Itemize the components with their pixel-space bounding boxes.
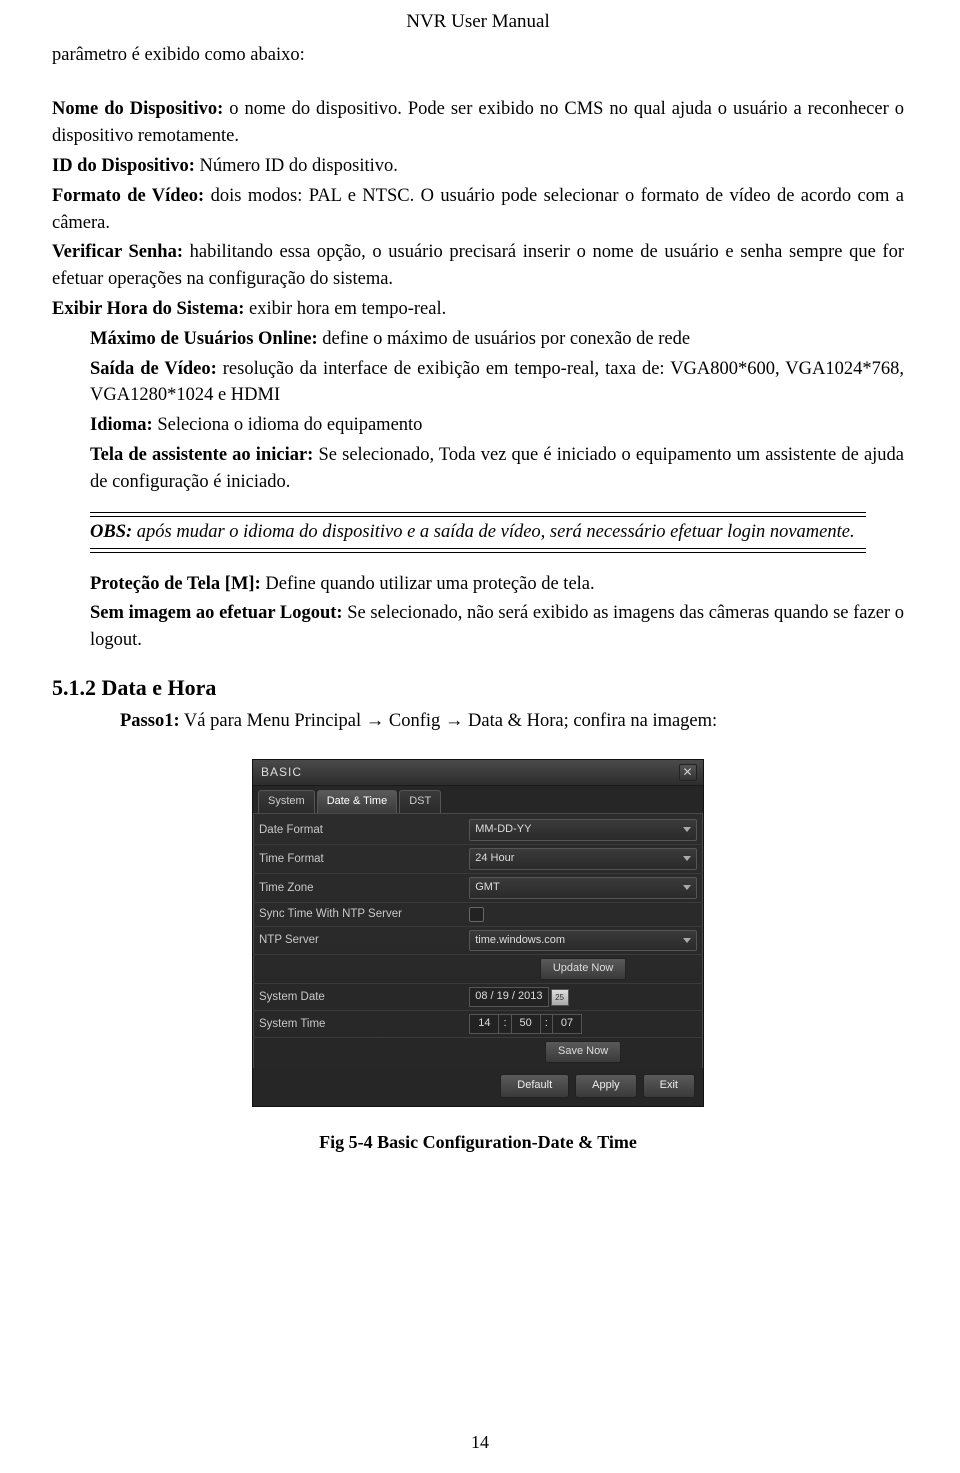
- input-time-hour[interactable]: 14: [469, 1014, 499, 1034]
- save-now-button[interactable]: Save Now: [545, 1041, 621, 1063]
- label-sync-ntp: Sync Time With NTP Server: [259, 906, 469, 923]
- dropdown-time-format-value: 24 Hour: [475, 851, 514, 867]
- chevron-down-icon: [683, 938, 691, 943]
- row-update-now: Update Now: [253, 955, 703, 984]
- row-save-now: Save Now: [253, 1038, 703, 1066]
- row-system-time: System Time 14 : 50 : 07: [253, 1011, 703, 1038]
- dialog-tabs: System Date & Time DST: [253, 786, 703, 814]
- input-time-min[interactable]: 50: [511, 1014, 541, 1034]
- time-sep2: :: [541, 1014, 552, 1034]
- dropdown-ntp-server-value: time.windows.com: [475, 933, 565, 949]
- label-date-format: Date Format: [259, 822, 469, 839]
- obs-text: OBS: após mudar o idioma do dispositivo …: [90, 516, 866, 549]
- page-header: NVR User Manual: [50, 8, 906, 36]
- obs-container: OBS: após mudar o idioma do dispositivo …: [90, 512, 866, 553]
- dropdown-date-format[interactable]: MM-DD-YY: [469, 819, 697, 841]
- para-id: ID do Dispositivo: Número ID do disposit…: [52, 153, 904, 180]
- update-now-button[interactable]: Update Now: [540, 958, 627, 980]
- label-nome: Nome do Dispositivo:: [52, 99, 223, 119]
- row-system-date: System Date 08 / 19 / 2013 25: [253, 984, 703, 1011]
- tab-dst[interactable]: DST: [399, 790, 441, 813]
- chevron-down-icon: [683, 827, 691, 832]
- para-protecao: Proteção de Tela [M]: Define quando util…: [90, 571, 904, 598]
- tab-system[interactable]: System: [258, 790, 315, 813]
- dialog-title-text: BASIC: [261, 764, 302, 781]
- dropdown-ntp-server[interactable]: time.windows.com: [469, 930, 697, 952]
- label-system-date: System Date: [259, 989, 469, 1006]
- para-verificar: Verificar Senha: habilitando essa opção,…: [52, 239, 904, 293]
- close-icon[interactable]: ✕: [679, 764, 697, 781]
- para-sem-imagem: Sem imagem ao efetuar Logout: Se selecio…: [90, 600, 904, 654]
- basic-dialog: BASIC ✕ System Date & Time DST Date Form…: [252, 759, 704, 1107]
- dropdown-time-zone[interactable]: GMT: [469, 877, 697, 899]
- label-ntp-server: NTP Server: [259, 932, 469, 949]
- label-id: ID do Dispositivo:: [52, 156, 195, 176]
- input-time-sec[interactable]: 07: [552, 1014, 582, 1034]
- label-passo1: Passo1:: [120, 711, 180, 731]
- para-tela-assistente: Tela de assistente ao iniciar: Se seleci…: [90, 442, 904, 496]
- para-passo1: Passo1: Vá para Menu Principal → Config …: [120, 708, 904, 735]
- para-idioma: Idioma: Seleciona o idioma do equipament…: [90, 412, 904, 439]
- dropdown-time-zone-value: GMT: [475, 880, 499, 896]
- dropdown-time-format[interactable]: 24 Hour: [469, 848, 697, 870]
- text-id: Número ID do dispositivo.: [195, 156, 398, 176]
- figure-caption: Fig 5-4 Basic Configuration-Date & Time: [52, 1129, 904, 1155]
- apply-button[interactable]: Apply: [575, 1074, 637, 1098]
- label-system-time: System Time: [259, 1016, 469, 1033]
- row-date-format: Date Format MM-DD-YY: [253, 816, 703, 845]
- chevron-down-icon: [683, 856, 691, 861]
- time-sep1: :: [499, 1014, 510, 1034]
- row-sync-ntp: Sync Time With NTP Server: [253, 903, 703, 927]
- exit-button[interactable]: Exit: [643, 1074, 695, 1098]
- label-saida-video: Saída de Vídeo:: [90, 359, 217, 379]
- text-idioma: Seleciona o idioma do equipamento: [153, 415, 423, 435]
- dialog-titlebar: BASIC ✕: [253, 760, 703, 786]
- para-nome: Nome do Dispositivo: o nome do dispositi…: [52, 96, 904, 150]
- row-ntp-server: NTP Server time.windows.com: [253, 927, 703, 956]
- obs-body: após mudar o idioma do dispositivo e a s…: [132, 522, 854, 542]
- input-system-date[interactable]: 08 / 19 / 2013: [469, 987, 548, 1007]
- label-sem-imagem: Sem imagem ao efetuar Logout:: [90, 603, 343, 623]
- para-formato: Formato de Vídeo: dois modos: PAL e NTSC…: [52, 183, 904, 237]
- row-time-format: Time Format 24 Hour: [253, 845, 703, 874]
- para-saida-video: Saída de Vídeo: resolução da interface d…: [90, 356, 904, 410]
- tab-date-time[interactable]: Date & Time: [317, 790, 398, 813]
- text-exibir-hora: exibir hora em tempo-real.: [244, 299, 446, 319]
- label-tela-assistente: Tela de assistente ao iniciar:: [90, 445, 313, 465]
- calendar-icon[interactable]: 25: [551, 989, 569, 1006]
- row-time-zone: Time Zone GMT: [253, 874, 703, 903]
- label-exibir-hora: Exibir Hora do Sistema:: [52, 299, 244, 319]
- label-formato: Formato de Vídeo:: [52, 186, 204, 206]
- obs-label: OBS:: [90, 522, 132, 542]
- page-number: 14: [0, 1429, 960, 1455]
- checkbox-sync-ntp[interactable]: [469, 907, 484, 922]
- label-max-usuarios: Máximo de Usuários Online:: [90, 329, 318, 349]
- default-button[interactable]: Default: [500, 1074, 569, 1098]
- label-time-zone: Time Zone: [259, 880, 469, 897]
- chevron-down-icon: [683, 885, 691, 890]
- text-max-usuarios: define o máximo de usuários por conexão …: [318, 329, 690, 349]
- label-protecao: Proteção de Tela [M]:: [90, 574, 261, 594]
- label-time-format: Time Format: [259, 851, 469, 868]
- dialog-footer: Default Apply Exit: [253, 1068, 703, 1106]
- label-idioma: Idioma:: [90, 415, 153, 435]
- dropdown-date-format-value: MM-DD-YY: [475, 822, 531, 838]
- para-exibir-hora: Exibir Hora do Sistema: exibir hora em t…: [52, 296, 904, 323]
- text-protecao: Define quando utilizar uma proteção de t…: [261, 574, 595, 594]
- intro-text: parâmetro é exibido como abaixo:: [52, 42, 904, 69]
- para-max-usuarios: Máximo de Usuários Online: define o máxi…: [90, 326, 904, 353]
- section-heading: 5.1.2 Data e Hora: [52, 672, 904, 704]
- text-passo1: Vá para Menu Principal → Config → Data &…: [180, 711, 718, 731]
- label-verificar: Verificar Senha:: [52, 242, 183, 262]
